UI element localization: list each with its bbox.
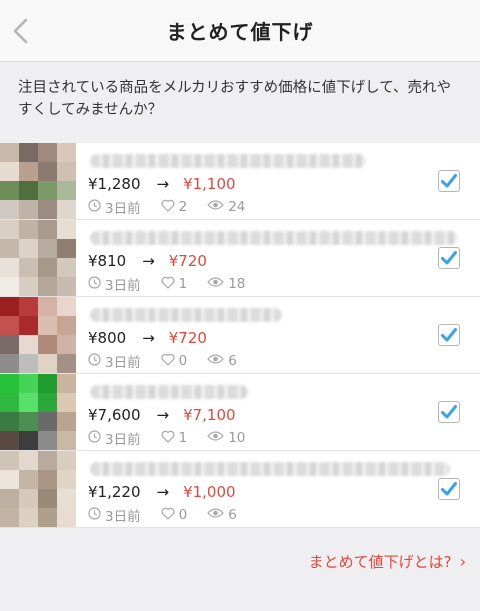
clock-icon — [88, 506, 101, 524]
new-price: ¥720 — [168, 252, 207, 270]
item-meta: 3日前 0 6 — [88, 351, 257, 371]
price-change: ¥810 → ¥720 — [88, 252, 207, 270]
old-price: ¥7,600 — [88, 406, 141, 424]
arrow-right-icon: → — [156, 483, 170, 501]
posted-time: 3日前 — [105, 509, 141, 525]
new-price: ¥1,100 — [183, 175, 236, 193]
like-count: 2 — [178, 199, 188, 215]
posted-time: 3日前 — [105, 278, 141, 294]
item-row[interactable]: ¥1,220 → ¥1,000 3日前 0 6 — [0, 451, 480, 528]
arrow-right-icon: → — [142, 329, 155, 347]
new-price: ¥1,000 — [183, 483, 236, 501]
item-checkbox[interactable] — [438, 478, 460, 500]
item-thumbnail — [0, 297, 76, 373]
clock-icon — [88, 429, 101, 447]
arrow-right-icon: → — [156, 175, 170, 193]
item-row[interactable]: ¥7,600 → ¥7,100 3日前 1 10 — [0, 374, 480, 451]
like-count: 1 — [178, 276, 188, 292]
clock-icon — [88, 275, 101, 293]
eye-icon — [207, 430, 225, 446]
item-thumbnail — [0, 374, 76, 450]
arrow-right-icon: → — [156, 406, 170, 424]
heart-icon — [161, 353, 175, 370]
heart-icon — [161, 507, 175, 524]
chevron-right-icon: › — [459, 552, 466, 571]
heart-icon — [161, 430, 175, 447]
price-change: ¥800 → ¥720 — [88, 329, 207, 347]
item-meta: 3日前 2 24 — [88, 197, 265, 217]
item-checkbox[interactable] — [438, 324, 460, 346]
checkmark-icon — [441, 482, 457, 496]
item-checkbox[interactable] — [438, 170, 460, 192]
item-thumbnail — [0, 451, 76, 527]
old-price: ¥1,280 — [88, 175, 141, 193]
item-list: ¥1,280 → ¥1,100 3日前 2 24 ¥810 → ¥720 3日前 1 18 ¥800 → ¥… — [0, 143, 480, 528]
checkmark-icon — [441, 174, 457, 188]
posted-time: 3日前 — [105, 355, 141, 371]
like-count: 0 — [178, 353, 188, 369]
new-price: ¥7,100 — [183, 406, 236, 424]
item-meta: 3日前 0 6 — [88, 505, 257, 525]
eye-icon — [207, 353, 225, 369]
description-text: 注目されている商品をメルカリおすすめ価格に値下げして、売れやすくしてみませんか？ — [0, 63, 480, 143]
item-checkbox[interactable] — [438, 247, 460, 269]
view-count: 24 — [228, 199, 246, 215]
item-row[interactable]: ¥1,280 → ¥1,100 3日前 2 24 — [0, 143, 480, 220]
about-link-label: まとめて値下げとは? — [308, 553, 452, 571]
new-price: ¥720 — [168, 329, 207, 347]
item-title-blurred — [90, 231, 458, 245]
item-row[interactable]: ¥800 → ¥720 3日前 0 6 — [0, 297, 480, 374]
item-thumbnail — [0, 220, 76, 296]
item-title-blurred — [90, 308, 282, 322]
checkmark-icon — [441, 405, 457, 419]
item-meta: 3日前 1 18 — [88, 274, 265, 294]
view-count: 10 — [228, 430, 246, 446]
eye-icon — [207, 199, 225, 215]
price-change: ¥1,280 → ¥1,100 — [88, 175, 236, 193]
arrow-right-icon: → — [142, 252, 155, 270]
heart-icon — [161, 199, 175, 216]
eye-icon — [207, 276, 225, 292]
posted-time: 3日前 — [105, 432, 141, 448]
old-price: ¥1,220 — [88, 483, 141, 501]
price-change: ¥7,600 → ¥7,100 — [88, 406, 236, 424]
view-count: 6 — [228, 507, 237, 523]
like-count: 0 — [178, 507, 188, 523]
like-count: 1 — [178, 430, 188, 446]
page-title: まとめて値下げ — [166, 20, 314, 44]
item-thumbnail — [0, 143, 76, 219]
view-count: 18 — [228, 276, 246, 292]
clock-icon — [88, 352, 101, 370]
item-title-blurred — [90, 385, 248, 399]
item-checkbox[interactable] — [438, 401, 460, 423]
view-count: 6 — [228, 353, 237, 369]
item-title-blurred — [90, 154, 366, 168]
checkmark-icon — [441, 328, 457, 342]
posted-time: 3日前 — [105, 201, 141, 217]
eye-icon — [207, 507, 225, 523]
price-change: ¥1,220 → ¥1,000 — [88, 483, 236, 501]
clock-icon — [88, 198, 101, 216]
about-bulk-discount-link[interactable]: まとめて値下げとは? › — [309, 551, 466, 572]
header: まとめて値下げ — [0, 0, 480, 62]
item-row[interactable]: ¥810 → ¥720 3日前 1 18 — [0, 220, 480, 297]
item-meta: 3日前 1 10 — [88, 428, 265, 448]
checkmark-icon — [441, 251, 457, 265]
item-title-blurred — [90, 462, 450, 476]
old-price: ¥810 — [88, 252, 127, 270]
heart-icon — [161, 276, 175, 293]
old-price: ¥800 — [88, 329, 127, 347]
